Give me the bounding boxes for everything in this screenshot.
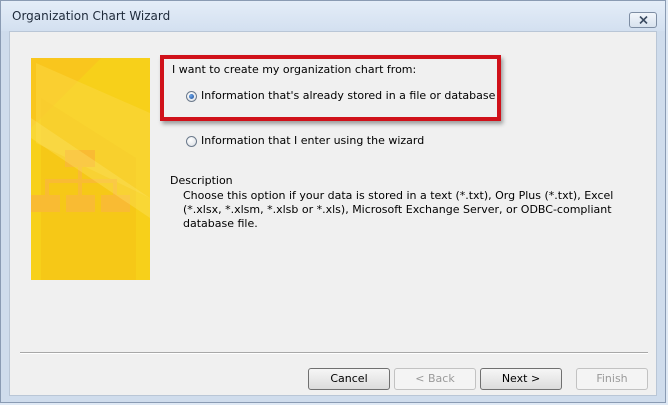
prompt-label: I want to create my organization chart f… (172, 63, 417, 76)
close-button[interactable] (629, 12, 657, 28)
description-heading: Description (170, 174, 233, 187)
back-button[interactable]: < Back (394, 368, 476, 390)
button-separator (20, 352, 648, 354)
window-title: Organization Chart Wizard (12, 9, 171, 23)
wizard-body: I want to create my organization chart f… (9, 31, 657, 396)
option-wizard-radio[interactable] (186, 136, 197, 147)
finish-button[interactable]: Finish (576, 368, 648, 390)
org-chart-illustration (31, 58, 150, 280)
option-file-database-radio[interactable] (186, 91, 197, 102)
close-icon (639, 16, 648, 24)
title-bar[interactable]: Organization Chart Wizard (1, 1, 665, 31)
option-file-database-label[interactable]: Information that's already stored in a f… (201, 89, 495, 102)
wizard-window: Organization Chart Wizard I want to crea… (0, 0, 666, 403)
option-wizard-label[interactable]: Information that I enter using the wizar… (201, 134, 424, 147)
description-text: Choose this option if your data is store… (183, 189, 614, 230)
cancel-button[interactable]: Cancel (308, 368, 390, 390)
next-button[interactable]: Next > (480, 368, 562, 390)
